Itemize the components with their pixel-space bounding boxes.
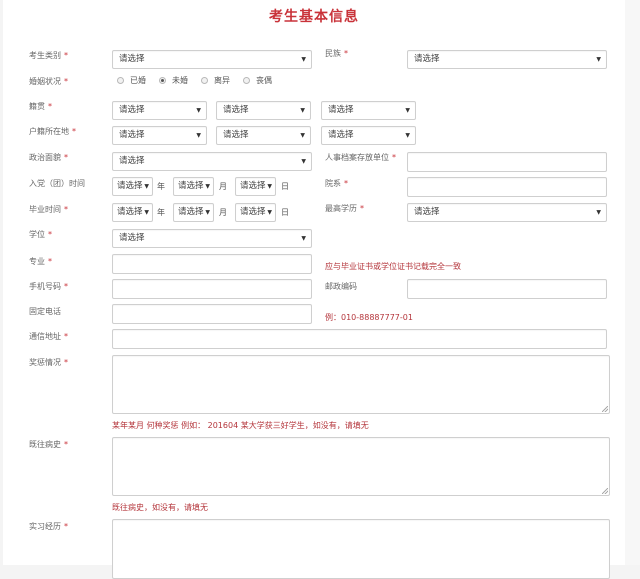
resize-handle-icon[interactable] xyxy=(602,406,608,412)
month-unit: 月 xyxy=(219,182,227,191)
dropdown-arrow-icon: ▼ xyxy=(267,209,272,216)
highest-education-select[interactable]: 请选择 ▼ xyxy=(407,203,607,222)
postal-code-label: 邮政编码 xyxy=(325,282,357,291)
household-city-select[interactable]: 请选择 ▼ xyxy=(216,126,311,145)
household-province-select[interactable]: 请选择 ▼ xyxy=(112,126,207,145)
mobile-input[interactable] xyxy=(112,279,312,299)
native-place-label: 籍贯 * xyxy=(29,102,52,111)
party-join-year-select[interactable]: 请选择 ▼ xyxy=(112,177,153,196)
internship-textarea[interactable] xyxy=(112,519,610,579)
year-unit: 年 xyxy=(157,208,165,217)
radio-circle-icon[interactable] xyxy=(201,77,208,84)
dropdown-arrow-icon: ▼ xyxy=(405,107,410,114)
dropdown-arrow-icon: ▼ xyxy=(205,209,210,216)
year-unit: 年 xyxy=(157,182,165,191)
radio-divorced[interactable]: 离异 xyxy=(201,75,230,86)
medical-history-textarea[interactable] xyxy=(112,437,610,496)
highest-education-label: 最高学历 * xyxy=(325,204,364,213)
political-status-select[interactable]: 请选择 ▼ xyxy=(112,152,312,171)
dropdown-arrow-icon: ▼ xyxy=(300,132,305,139)
major-input[interactable] xyxy=(112,254,312,274)
dropdown-arrow-icon: ▼ xyxy=(196,107,201,114)
dropdown-arrow-icon: ▼ xyxy=(405,132,410,139)
month-unit: 月 xyxy=(219,208,227,217)
dropdown-arrow-icon: ▼ xyxy=(301,235,306,242)
political-status-label: 政治面貌 * xyxy=(29,153,68,162)
native-place-province-select[interactable]: 请选择 ▼ xyxy=(112,101,207,120)
dropdown-arrow-icon: ▼ xyxy=(196,132,201,139)
department-label: 院系 * xyxy=(325,179,348,188)
graduation-day-select[interactable]: 请选择 ▼ xyxy=(235,203,276,222)
resize-handle-icon[interactable] xyxy=(602,488,608,494)
party-join-month-select[interactable]: 请选择 ▼ xyxy=(173,177,214,196)
internship-label: 实习经历 * xyxy=(29,522,68,531)
address-input[interactable] xyxy=(112,329,607,349)
candidate-type-label: 考生类别 * xyxy=(29,51,68,60)
major-hint: 应与毕业证书或学位证书记载完全一致 xyxy=(325,262,461,271)
dropdown-arrow-icon: ▼ xyxy=(596,56,601,63)
household-district-select[interactable]: 请选择 ▼ xyxy=(321,126,416,145)
degree-select[interactable]: 请选择 ▼ xyxy=(112,229,312,248)
awards-textarea[interactable] xyxy=(112,355,610,414)
radio-circle-icon[interactable] xyxy=(117,77,124,84)
candidate-type-select[interactable]: 请选择 ▼ xyxy=(112,50,312,69)
postal-code-input[interactable] xyxy=(407,279,607,299)
graduation-month-select[interactable]: 请选择 ▼ xyxy=(173,203,214,222)
party-join-day-select[interactable]: 请选择 ▼ xyxy=(235,177,276,196)
radio-married[interactable]: 已婚 xyxy=(117,75,146,86)
dropdown-arrow-icon: ▼ xyxy=(301,56,306,63)
radio-widowed[interactable]: 丧偶 xyxy=(243,75,272,86)
radio-circle-checked-icon[interactable] xyxy=(159,77,166,84)
degree-label: 学位 * xyxy=(29,230,52,239)
graduation-date-label: 毕业时间 * xyxy=(29,205,68,214)
party-join-date-label: 入党（团）时间 xyxy=(29,179,85,188)
landline-label: 固定电话 xyxy=(29,307,61,316)
medical-history-label: 既往病史 * xyxy=(29,440,68,449)
marital-status-label: 婚姻状况 * xyxy=(29,77,68,86)
landline-input[interactable] xyxy=(112,304,312,324)
dropdown-arrow-icon: ▼ xyxy=(144,209,149,216)
department-input[interactable] xyxy=(407,177,607,197)
personnel-file-unit-label: 人事档案存放单位 * xyxy=(325,153,396,162)
landline-hint: 例：010-88887777-01 xyxy=(325,313,413,322)
awards-label: 奖惩情况 * xyxy=(29,358,68,367)
dropdown-arrow-icon: ▼ xyxy=(301,158,306,165)
mobile-label: 手机号码 * xyxy=(29,282,68,291)
awards-hint: 某年某月 何种奖惩 例如： 201604 某大学获三好学生，如没有，请填无 xyxy=(112,421,369,430)
medical-history-hint: 既往病史，如没有，请填无 xyxy=(112,503,208,512)
marital-status-radio-group: 已婚 未婚 离异 丧偶 xyxy=(117,75,285,86)
address-label: 通信地址 * xyxy=(29,332,68,341)
ethnicity-label: 民族 * xyxy=(325,49,348,58)
dropdown-arrow-icon: ▼ xyxy=(205,183,210,190)
radio-circle-icon[interactable] xyxy=(243,77,250,84)
graduation-year-select[interactable]: 请选择 ▼ xyxy=(112,203,153,222)
page-title: 考生基本信息 xyxy=(269,9,359,25)
household-registration-label: 户籍所在地 * xyxy=(29,127,76,136)
form-page: 考生基本信息 考生类别 * 请选择 ▼ 民族 * 请选择 ▼ 婚姻状况 * 已婚 未婚 离… xyxy=(3,0,625,579)
day-unit: 日 xyxy=(281,182,289,191)
page-margin xyxy=(625,0,640,565)
native-place-city-select[interactable]: 请选择 ▼ xyxy=(216,101,311,120)
radio-unmarried[interactable]: 未婚 xyxy=(159,75,188,86)
ethnicity-select[interactable]: 请选择 ▼ xyxy=(407,50,607,69)
day-unit: 日 xyxy=(281,208,289,217)
personnel-file-unit-input[interactable] xyxy=(407,152,607,172)
dropdown-arrow-icon: ▼ xyxy=(596,209,601,216)
dropdown-arrow-icon: ▼ xyxy=(300,107,305,114)
major-label: 专业 * xyxy=(29,257,52,266)
native-place-district-select[interactable]: 请选择 ▼ xyxy=(321,101,416,120)
dropdown-arrow-icon: ▼ xyxy=(267,183,272,190)
dropdown-arrow-icon: ▼ xyxy=(144,183,149,190)
